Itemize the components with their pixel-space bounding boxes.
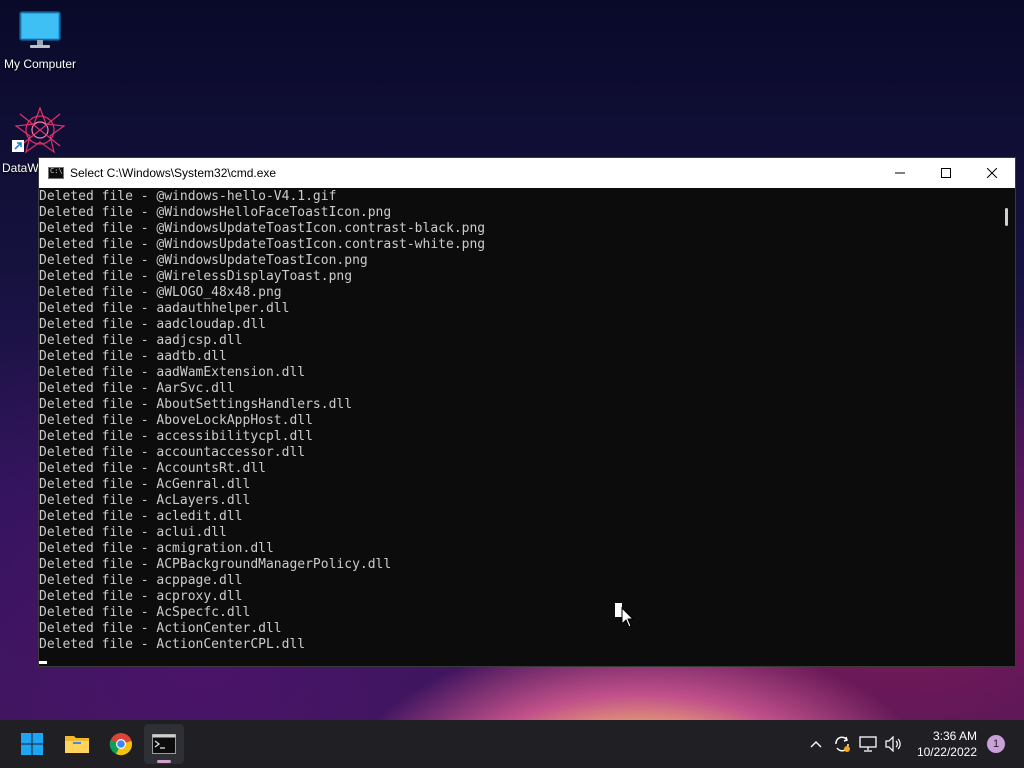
console-line: Deleted file - aadauthhelper.dll	[39, 301, 290, 316]
tray-clock[interactable]: 3:36 AM 10/22/2022	[917, 728, 977, 760]
console-line: Deleted file - @WindowsUpdateToastIcon.c…	[39, 237, 486, 252]
maximize-icon	[941, 168, 951, 178]
console-line: Deleted file - aadtb.dll	[39, 349, 227, 364]
clock-time: 3:36 AM	[932, 729, 977, 743]
console-line: Deleted file - @WindowsUpdateToastIcon.p…	[39, 253, 368, 268]
taskbar-chrome[interactable]	[101, 724, 141, 764]
network-icon	[859, 736, 877, 752]
console-line: Deleted file - aadWamExtension.dll	[39, 365, 306, 380]
desktop-icon-label: My Computer	[3, 57, 77, 71]
console-output[interactable]: Deleted file - @windows-hello-V4.1.gif De…	[39, 188, 998, 666]
close-button[interactable]	[969, 158, 1015, 188]
console-line: Deleted file - aclui.dll	[39, 525, 227, 540]
folder-icon	[65, 736, 89, 753]
minimize-button[interactable]	[877, 158, 923, 188]
console-line: Deleted file - acmigration.dll	[39, 541, 274, 556]
windows-logo-icon	[21, 733, 43, 755]
console-line: Deleted file - AboutSettingsHandlers.dll	[39, 397, 353, 412]
speaker-icon	[885, 736, 901, 752]
show-hidden-icons-button[interactable]	[803, 724, 829, 764]
maximize-button[interactable]	[923, 158, 969, 188]
start-button[interactable]	[12, 724, 52, 764]
console-line: Deleted file - @WindowsUpdateToastIcon.c…	[39, 221, 486, 236]
taskbar: 3:36 AM 10/22/2022 1	[0, 720, 1024, 768]
console-line: Deleted file - AcGenral.dll	[39, 477, 251, 492]
monitor-icon	[19, 11, 61, 48]
cmd-window[interactable]: Select C:\Windows\System32\cmd.exe Delet…	[38, 157, 1016, 667]
window-titlebar[interactable]: Select C:\Windows\System32\cmd.exe	[39, 158, 1015, 188]
mouse-cursor-icon	[615, 603, 635, 628]
tray-network-button[interactable]	[855, 724, 881, 764]
console-line: Deleted file - AboveLockAppHost.dll	[39, 413, 313, 428]
tray-sync-button[interactable]	[829, 724, 855, 764]
console-line: Deleted file - ActionCenterCPL.dll	[39, 637, 306, 652]
console-line: Deleted file - acproxy.dll	[39, 589, 243, 604]
console-line: Deleted file - AcLayers.dll	[39, 493, 251, 508]
desktop-icon-my-computer[interactable]: My Computer	[0, 10, 80, 71]
console-line: Deleted file - AcSpecfc.dll	[39, 605, 251, 620]
terminal-icon	[152, 734, 176, 754]
console-line: Deleted file - acledit.dll	[39, 509, 243, 524]
dataw-app-icon	[12, 106, 66, 154]
vertical-scrollbar[interactable]	[998, 188, 1015, 666]
console-line: Deleted file - aadjcsp.dll	[39, 333, 243, 348]
console-line: Deleted file - @WLOGO_48x48.png	[39, 285, 282, 300]
console-line: Deleted file - ActionCenter.dll	[39, 621, 282, 636]
console-line: Deleted file - @windows-hello-V4.1.gif	[39, 189, 337, 204]
console-line: Deleted file - accountaccessor.dll	[39, 445, 306, 460]
chevron-up-icon	[810, 741, 822, 748]
close-icon	[987, 168, 997, 178]
console-line: Deleted file - aadcloudap.dll	[39, 317, 266, 332]
scrollbar-thumb[interactable]	[1005, 208, 1008, 226]
mouse-pointer	[614, 602, 636, 635]
console-line: Deleted file - ACPBackgroundManagerPolic…	[39, 557, 392, 572]
console-line: Deleted file - @WirelessDisplayToast.png	[39, 269, 353, 284]
chrome-icon	[109, 733, 132, 756]
notification-badge[interactable]: 1	[987, 735, 1005, 753]
system-tray: 3:36 AM 10/22/2022 1	[803, 720, 1024, 768]
console-line: Deleted file - acppage.dll	[39, 573, 243, 588]
cmd-app-icon	[48, 167, 64, 179]
console-line: Deleted file - AarSvc.dll	[39, 381, 235, 396]
active-app-indicator	[157, 760, 171, 763]
taskbar-file-explorer[interactable]	[57, 724, 97, 764]
console-line: Deleted file - @WindowsHelloFaceToastIco…	[39, 205, 392, 220]
taskbar-cmd[interactable]	[144, 724, 184, 764]
console-line: Deleted file - accessibilitycpl.dll	[39, 429, 313, 444]
sync-icon	[835, 736, 850, 752]
window-title: Select C:\Windows\System32\cmd.exe	[70, 166, 277, 180]
clock-date: 10/22/2022	[916, 745, 977, 759]
minimize-icon	[895, 172, 905, 174]
console-line: Deleted file - AccountsRt.dll	[39, 461, 266, 476]
tray-volume-button[interactable]	[881, 724, 907, 764]
text-cursor	[39, 661, 47, 664]
